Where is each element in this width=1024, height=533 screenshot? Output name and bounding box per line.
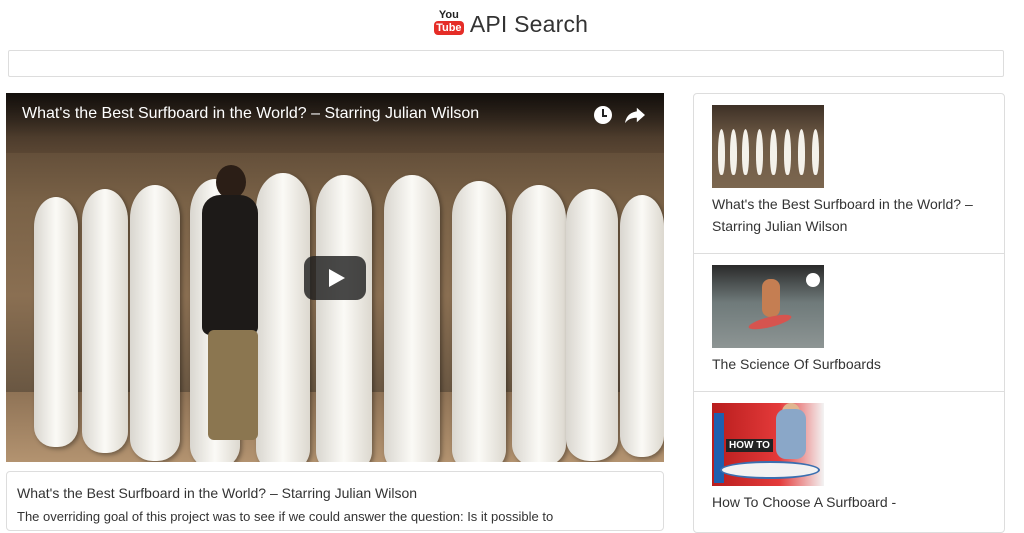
description-panel: What's the Best Surfboard in the World? … — [6, 471, 664, 531]
search-bar[interactable] — [8, 50, 1004, 77]
share-icon[interactable] — [624, 105, 646, 125]
search-input[interactable] — [9, 51, 1003, 76]
app-header: You Tube API Search — [0, 0, 1024, 48]
page-title: API Search — [469, 10, 589, 37]
video-thumbnail[interactable] — [712, 105, 824, 188]
description-text: The overriding goal of this project was … — [17, 509, 554, 524]
result-title[interactable]: The Science Of Surfboards — [712, 353, 992, 375]
result-title[interactable]: What's the Best Surfboard in the World? … — [712, 193, 992, 237]
video-thumbnail[interactable] — [712, 265, 824, 348]
logo-tube-text: Tube — [434, 21, 464, 35]
youtube-logo-icon: You Tube — [434, 9, 464, 39]
play-button[interactable] — [304, 256, 366, 300]
watch-later-icon[interactable] — [594, 106, 612, 124]
video-thumbnail[interactable]: HOW TO — [712, 403, 824, 486]
list-item[interactable]: What's the Best Surfboard in the World? … — [694, 94, 1004, 254]
result-title[interactable]: How To Choose A Surfboard - — [712, 491, 992, 513]
logo-you-text: You — [438, 9, 459, 21]
results-list: What's the Best Surfboard in the World? … — [693, 93, 1005, 533]
person-figure — [194, 165, 274, 455]
video-title[interactable]: What's the Best Surfboard in the World? … — [22, 105, 479, 123]
list-item[interactable]: The Science Of Surfboards — [694, 254, 1004, 392]
video-player[interactable]: What's the Best Surfboard in the World? … — [6, 93, 664, 462]
description-title: What's the Best Surfboard in the World? … — [17, 485, 418, 501]
